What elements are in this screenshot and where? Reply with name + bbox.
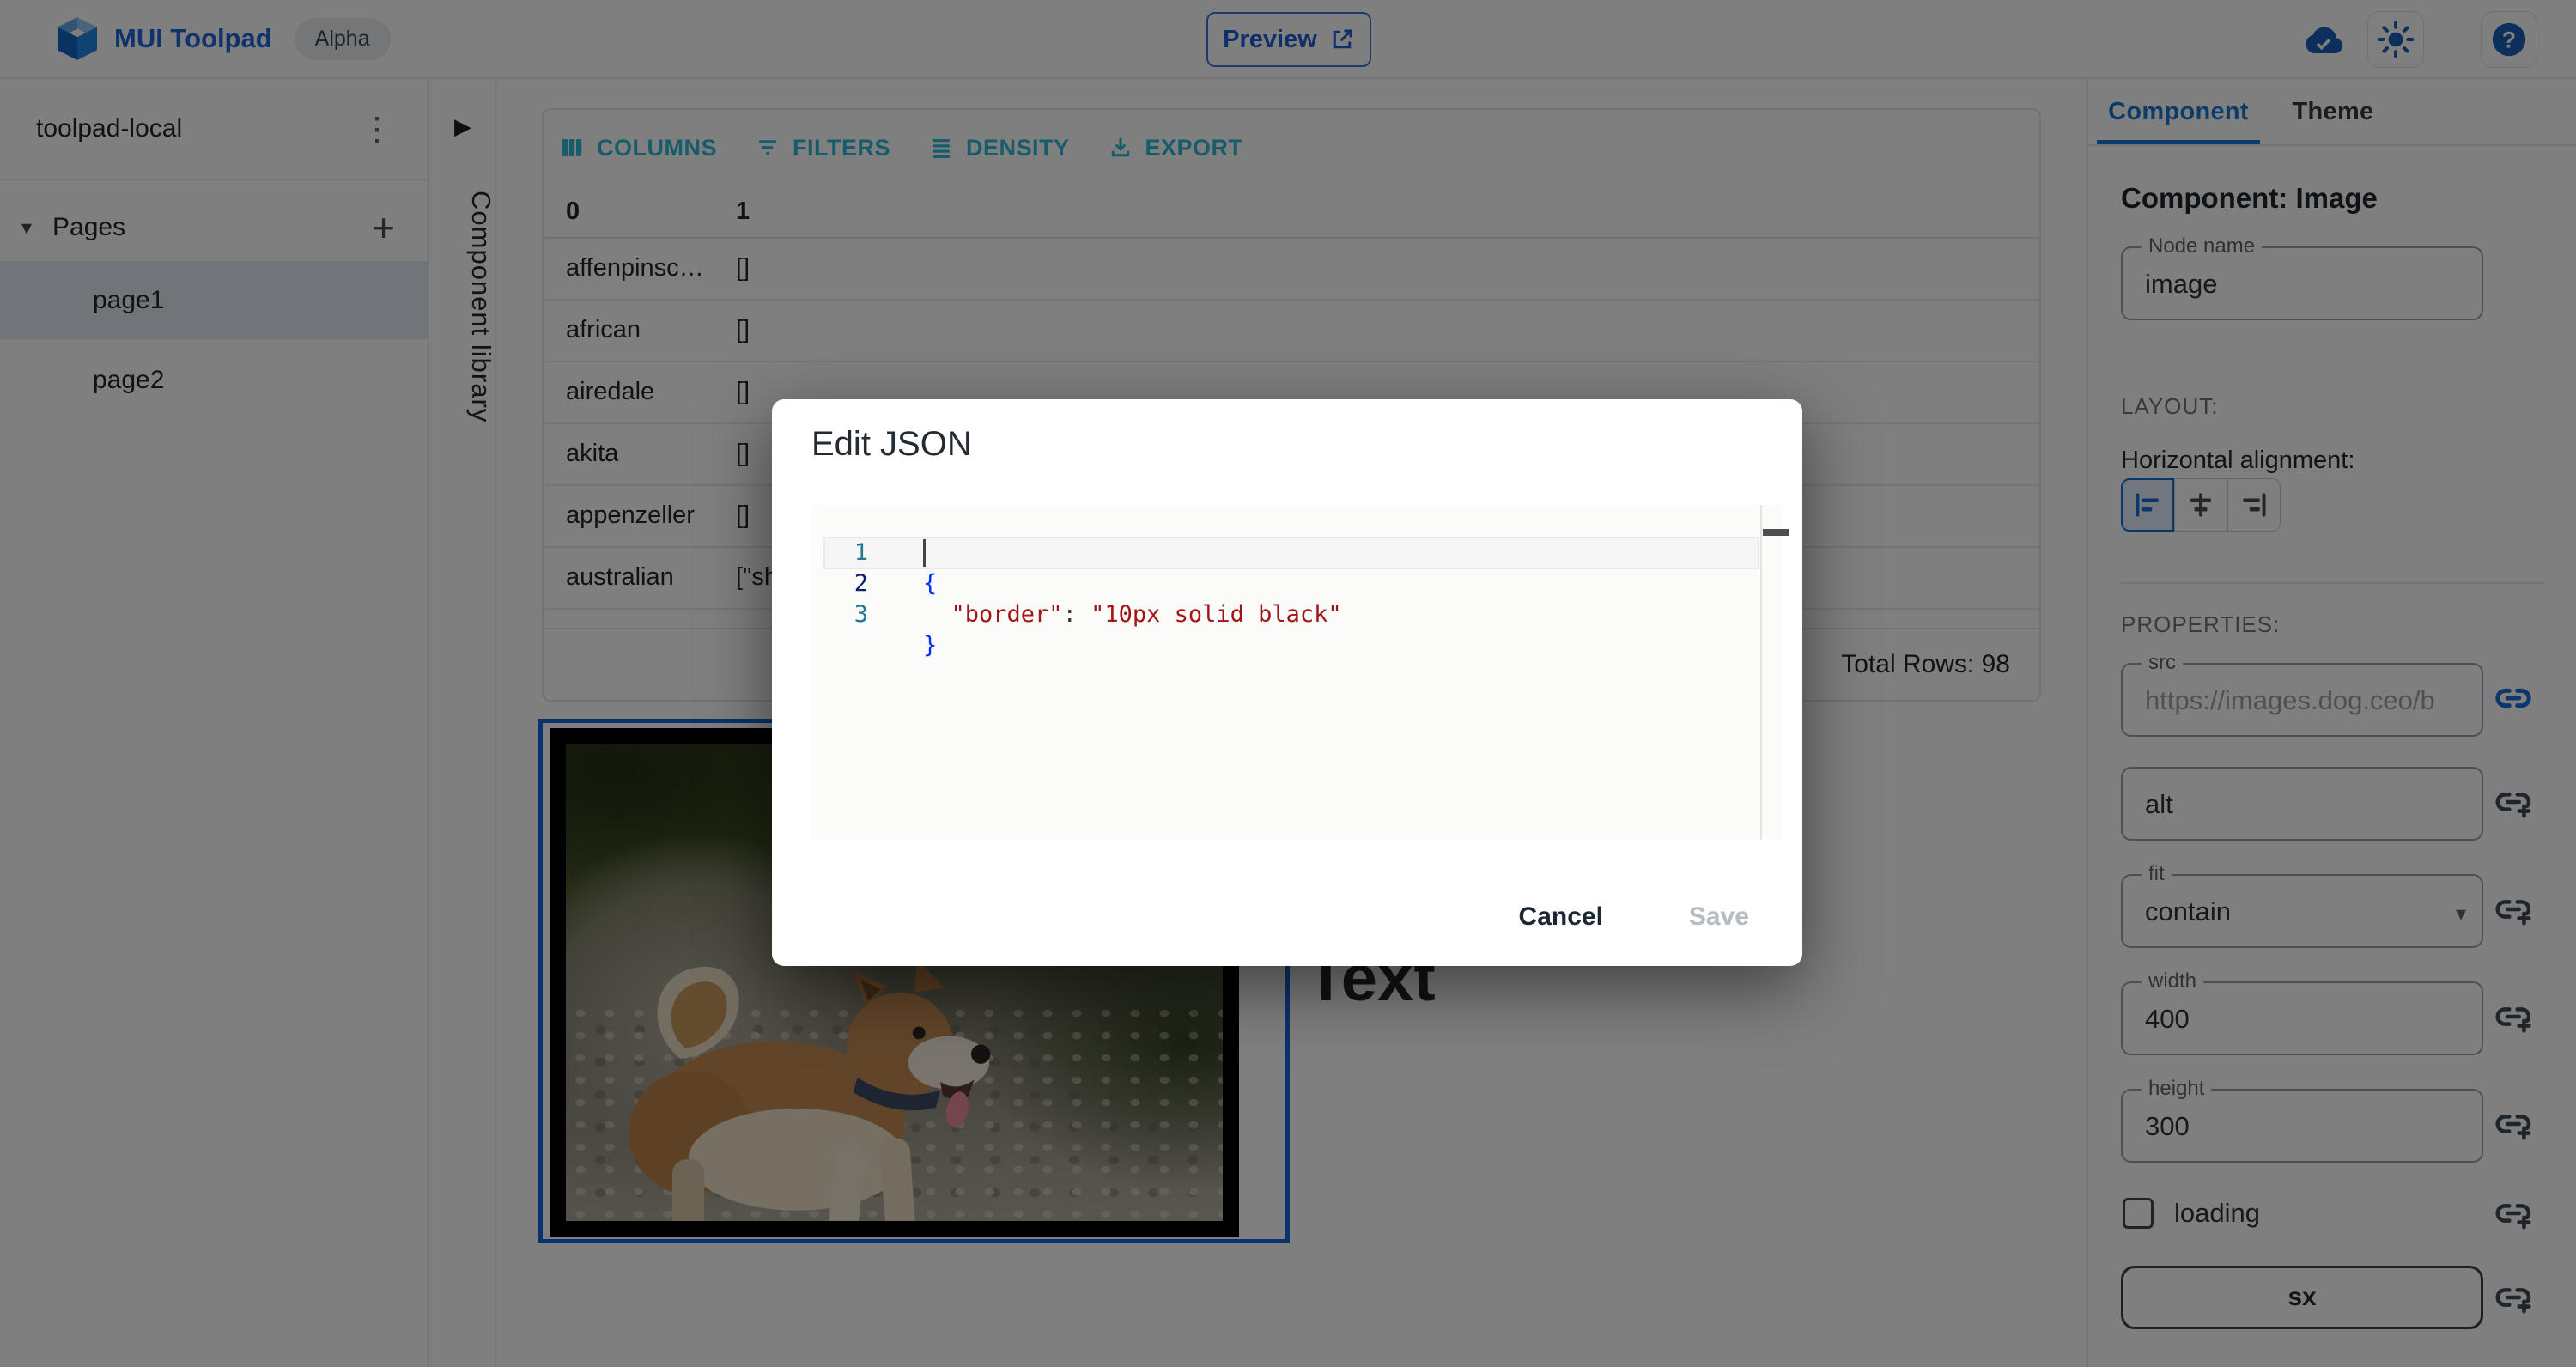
code-token: }: [923, 632, 938, 659]
code-token: "10px solid black": [1091, 601, 1342, 628]
code-token: :: [1062, 601, 1091, 628]
code-line: 1 {: [811, 507, 1783, 597]
toolpad-editor-app: MUI Toolpad Alpha Preview: [0, 0, 2576, 1367]
minimap-line-mark: [1763, 529, 1789, 536]
save-button[interactable]: Save: [1674, 890, 1765, 944]
code-line: 3 }: [811, 568, 1783, 659]
code-line-active: 2 "border": "10px solid black": [811, 538, 1783, 628]
line-number: 3: [854, 601, 868, 628]
edit-json-dialog: Edit JSON 1 { 2 "border": "10px solid bl…: [772, 399, 1802, 966]
json-code-editor[interactable]: 1 { 2 "border": "10px solid black" 3 }: [811, 505, 1789, 840]
minimap-divider: [1760, 505, 1762, 840]
dialog-title: Edit JSON: [811, 425, 972, 463]
dialog-actions: Cancel Save: [1504, 890, 1765, 944]
code-token: "border": [951, 601, 1063, 628]
cancel-button[interactable]: Cancel: [1504, 890, 1619, 944]
